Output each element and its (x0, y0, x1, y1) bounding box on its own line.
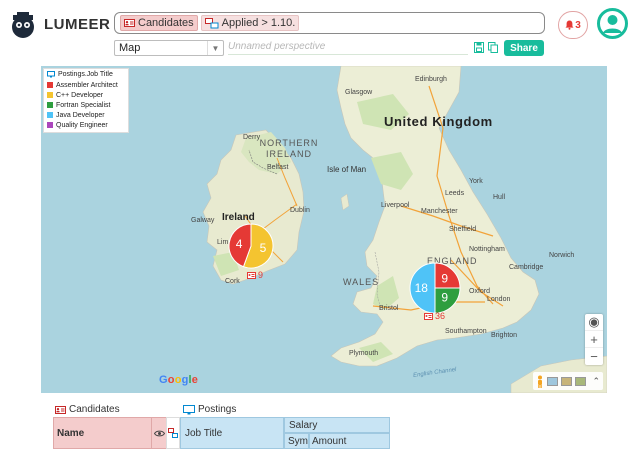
label-edinburgh: Edinburgh (415, 76, 447, 83)
copy-icon[interactable] (488, 42, 498, 53)
my-location-icon[interactable]: ◉ (585, 314, 603, 331)
label-glasgow: Glasgow (345, 89, 373, 96)
id-card-icon (124, 19, 135, 27)
user-avatar-icon[interactable] (597, 8, 628, 39)
table-collection-postings: Postings (183, 404, 236, 415)
id-card-icon (247, 271, 256, 279)
legend-label: Java Developer (56, 111, 105, 119)
collection-chip-label: Candidates (138, 17, 194, 29)
attribute-filter-chip[interactable]: Applied > 1.10. (200, 15, 300, 31)
legend-item: Java Developer (47, 110, 125, 120)
monitor-icon (47, 71, 55, 78)
label-england: ENGLAND (427, 256, 478, 266)
brand-name: LUMEER (44, 16, 111, 33)
map-type-thumb-terrain[interactable] (575, 376, 587, 386)
legend-swatch (47, 92, 53, 98)
legend-label: Assembler Architect (56, 81, 118, 89)
perspective-name-input[interactable]: Unnamed perspective (228, 41, 468, 55)
id-card-icon (55, 405, 66, 414)
map-bottom-tools: ⌃ (533, 372, 603, 390)
label-ireland: Ireland (222, 212, 255, 223)
legend-label: C++ Developer (56, 91, 104, 99)
eye-icon[interactable] (152, 417, 166, 449)
map-zoom-controls: ◉ + − (585, 314, 603, 365)
id-card-icon (424, 312, 433, 320)
share-button[interactable]: Share (504, 40, 544, 56)
label-london: London (487, 296, 511, 303)
legend-label: Quality Engineer (56, 121, 108, 129)
legend-item: Quality Engineer (47, 120, 125, 130)
label-hull: Hull (493, 194, 506, 201)
label-isle-of-man: Isle of Man (327, 165, 367, 174)
zoom-in-button[interactable]: + (585, 331, 603, 348)
label-derry: Derry (243, 134, 261, 141)
label-york: York (469, 178, 483, 185)
zoom-out-button[interactable]: − (585, 348, 603, 365)
search-box[interactable]: Candidates Applied > 1.10. (114, 12, 545, 34)
column-header-name[interactable]: Name (53, 417, 152, 449)
label-southampton: Southampton (445, 328, 487, 335)
column-header-job-title[interactable]: Job Title (180, 417, 284, 449)
label-limerick: Lim (217, 239, 229, 246)
notifications-button[interactable]: 3 (558, 11, 588, 39)
pegman-icon[interactable] (536, 375, 544, 388)
cluster-total-ireland[interactable]: 9 (247, 270, 263, 280)
attribute-filter-label: Applied > 1.10. (221, 17, 296, 29)
legend-title: Postings.Job Title (47, 71, 125, 78)
column-header-amount[interactable]: Amount (309, 433, 390, 449)
notification-count: 3 (575, 19, 581, 31)
save-icon[interactable] (474, 42, 484, 53)
label-manchester: Manchester (421, 208, 458, 215)
label-birmingham: Birmingham (413, 274, 451, 281)
label-cambridge: Cambridge (509, 264, 544, 271)
collection-chip[interactable]: Candidates (120, 15, 198, 31)
label-belfast: Belfast (267, 164, 289, 171)
cluster-total-england[interactable]: 36 (424, 311, 445, 321)
perspective-type-select[interactable]: Map ▼ (114, 40, 224, 56)
column-header-salary[interactable]: Salary (284, 417, 390, 433)
link-type-icon[interactable] (166, 417, 180, 449)
label-liverpool: Liverpool (381, 202, 410, 209)
label-leeds: Leeds (445, 190, 465, 197)
data-table: Name Job Title Salary Sym Amount (53, 417, 390, 449)
label-wales: WALES (343, 277, 380, 287)
label-brighton: Brighton (491, 332, 518, 339)
label-oxford: Oxford (469, 288, 491, 295)
legend-item: Fortran Specialist (47, 100, 125, 110)
google-logo: Google (159, 374, 199, 386)
label-nottingham: Nottingham (469, 246, 505, 253)
bell-icon (565, 20, 574, 30)
label-dublin: Dublin (290, 207, 310, 214)
label-cork: Cork (225, 278, 240, 285)
chevron-down-icon[interactable]: ▼ (207, 41, 223, 55)
label-galway: Galway (191, 217, 215, 224)
map-type-thumb-map[interactable] (547, 376, 559, 386)
label-united-kingdom: United Kingdom (384, 114, 493, 129)
table-collection-candidates: Candidates (55, 404, 120, 415)
map-legend: Postings.Job Title Assembler Architect C+… (43, 68, 129, 133)
legend-items: Assembler Architect C++ Developer Fortran … (47, 80, 125, 130)
perspective-type-value: Map (119, 42, 141, 54)
legend-label: Fortran Specialist (56, 101, 111, 109)
label-plymouth: Plymouth (349, 350, 379, 357)
lumeer-logo-icon[interactable] (8, 10, 38, 40)
legend-swatch (47, 122, 53, 128)
legend-swatch (47, 102, 53, 108)
label-norwich: Norwich (549, 252, 575, 259)
linked-collections-icon (204, 17, 219, 28)
legend-swatch (47, 82, 53, 88)
legend-item: Assembler Architect (47, 80, 125, 90)
legend-item: C++ Developer (47, 90, 125, 100)
column-header-sym[interactable]: Sym (284, 433, 309, 449)
legend-swatch (47, 112, 53, 118)
label-sheffield: Sheffield (449, 226, 477, 233)
monitor-icon (183, 404, 195, 414)
label-bristol: Bristol (379, 305, 399, 312)
map-type-thumb-satellite[interactable] (561, 376, 573, 386)
map-view[interactable]: United Kingdom NORTHERN IRELAND Isle of … (41, 66, 607, 393)
chevron-up-icon[interactable]: ⌃ (592, 376, 600, 387)
label-northern-ireland: NORTHERN IRELAND (259, 138, 319, 159)
top-bar: LUMEER Candidates Applied > 1.10. 3 Map … (0, 0, 640, 62)
